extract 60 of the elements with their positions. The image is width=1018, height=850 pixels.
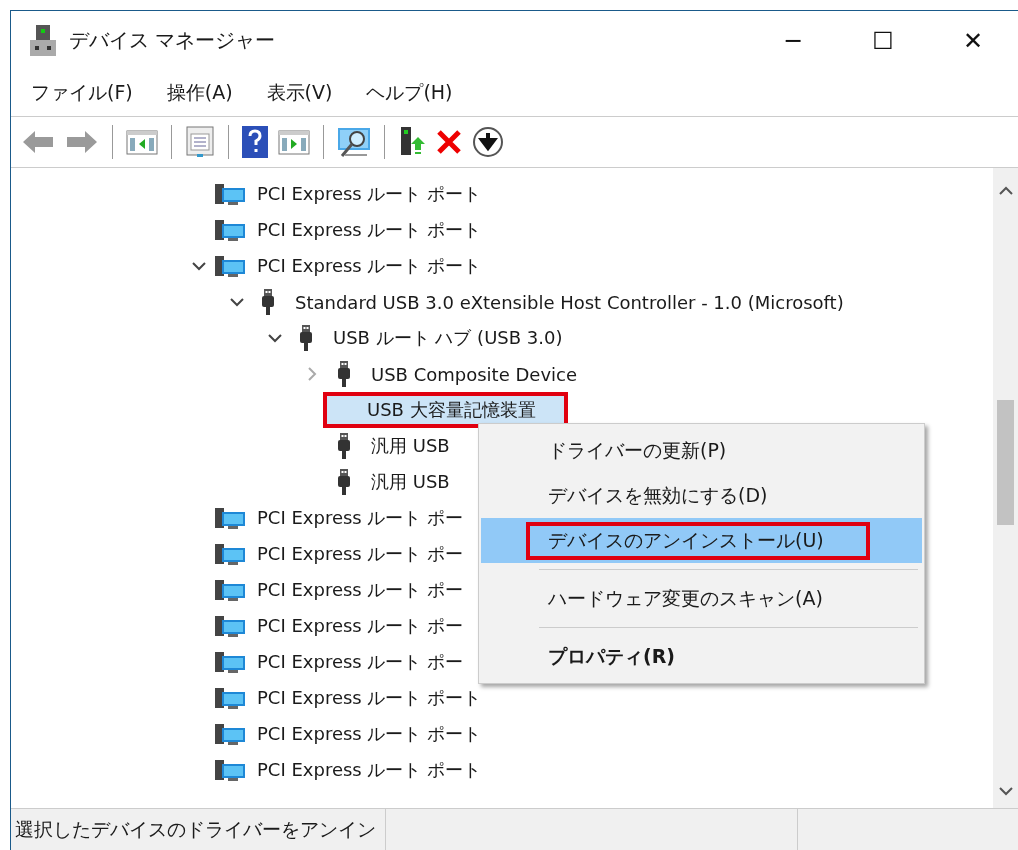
monitor-icon bbox=[215, 686, 245, 710]
help-icon[interactable] bbox=[242, 126, 268, 158]
monitor-icon bbox=[215, 722, 245, 746]
window-title: デバイス マネージャー bbox=[69, 27, 276, 54]
monitor-icon bbox=[215, 758, 245, 782]
panel-icon[interactable] bbox=[126, 128, 158, 156]
context-menu-item[interactable]: デバイスを無効にする(D) bbox=[481, 473, 922, 518]
status-text: 選択したデバイスのドライバーをアンイン bbox=[14, 816, 377, 842]
menu-item[interactable]: 表示(V) bbox=[266, 80, 333, 106]
tree-item[interactable]: PCI Express ルート ポート bbox=[249, 680, 490, 716]
menu-item[interactable]: ファイル(F) bbox=[31, 80, 133, 106]
tree-item[interactable]: Standard USB 3.0 eXtensible Host Controller - 1.0 (Microsoft) bbox=[287, 285, 852, 319]
tree-item[interactable]: USB 大容量記憶装置 bbox=[323, 392, 568, 428]
properties-sheet-icon[interactable] bbox=[185, 126, 215, 158]
collapse-chevron-icon[interactable] bbox=[229, 297, 244, 307]
usb-plug-icon bbox=[337, 433, 351, 459]
tree-item[interactable]: USB ルート ハブ (USB 3.0) bbox=[325, 320, 571, 356]
monitor-icon bbox=[215, 182, 245, 206]
scroll-up-icon[interactable] bbox=[998, 186, 1013, 195]
monitor-magnifier-icon[interactable] bbox=[337, 126, 371, 158]
monitor-icon bbox=[215, 650, 245, 674]
tree-item[interactable]: PCI Express ルート ポー bbox=[249, 536, 472, 572]
panel-icon[interactable] bbox=[278, 128, 310, 156]
scrollbar[interactable] bbox=[993, 168, 1018, 808]
monitor-icon bbox=[215, 614, 245, 638]
tree-item[interactable]: 汎用 USB bbox=[363, 464, 458, 500]
monitor-icon bbox=[215, 542, 245, 566]
tree-item[interactable]: 汎用 USB bbox=[363, 428, 458, 464]
tree-item[interactable]: PCI Express ルート ポー bbox=[249, 644, 472, 680]
usb-plug-icon bbox=[337, 361, 351, 387]
device-manager-icon bbox=[29, 24, 57, 57]
down-arrow-circle-icon[interactable] bbox=[472, 126, 504, 158]
usb-plug-icon bbox=[337, 469, 351, 495]
menu-item[interactable]: ヘルプ(H) bbox=[366, 80, 453, 106]
monitor-icon bbox=[215, 218, 245, 242]
tree-item[interactable]: USB Composite Device bbox=[363, 357, 585, 391]
scroll-down-icon[interactable] bbox=[998, 787, 1013, 796]
tree-item[interactable]: PCI Express ルート ポー bbox=[249, 572, 472, 608]
collapse-chevron-icon[interactable] bbox=[191, 261, 206, 271]
remove-icon[interactable] bbox=[436, 129, 462, 155]
monitor-icon bbox=[215, 506, 245, 530]
tree-item[interactable]: PCI Express ルート ポート bbox=[249, 248, 490, 284]
usb-plug-icon bbox=[261, 289, 275, 315]
usb-plug-icon bbox=[299, 325, 313, 351]
tree-item[interactable]: PCI Express ルート ポート bbox=[249, 752, 490, 788]
collapse-chevron-icon[interactable] bbox=[267, 333, 282, 343]
monitor-icon bbox=[215, 578, 245, 602]
menu-item[interactable]: 操作(A) bbox=[166, 80, 233, 106]
scrollbar-thumb[interactable] bbox=[997, 400, 1014, 525]
tree-item[interactable]: PCI Express ルート ポート bbox=[249, 176, 490, 212]
context-menu-item[interactable]: デバイスのアンインストール(U) bbox=[481, 518, 922, 563]
tree-item[interactable]: PCI Express ルート ポート bbox=[249, 212, 490, 248]
tree-item[interactable]: PCI Express ルート ポー bbox=[249, 500, 472, 536]
context-menu-item[interactable]: プロパティ(R) bbox=[481, 634, 922, 679]
device-update-icon[interactable] bbox=[398, 126, 426, 158]
monitor-icon bbox=[215, 254, 245, 278]
context-menu-item[interactable]: ドライバーの更新(P) bbox=[481, 428, 922, 473]
tree-item[interactable]: PCI Express ルート ポート bbox=[249, 716, 490, 752]
context-menu-item[interactable]: ハードウェア変更のスキャン(A) bbox=[481, 576, 922, 621]
tree-item[interactable]: PCI Express ルート ポー bbox=[249, 608, 472, 644]
